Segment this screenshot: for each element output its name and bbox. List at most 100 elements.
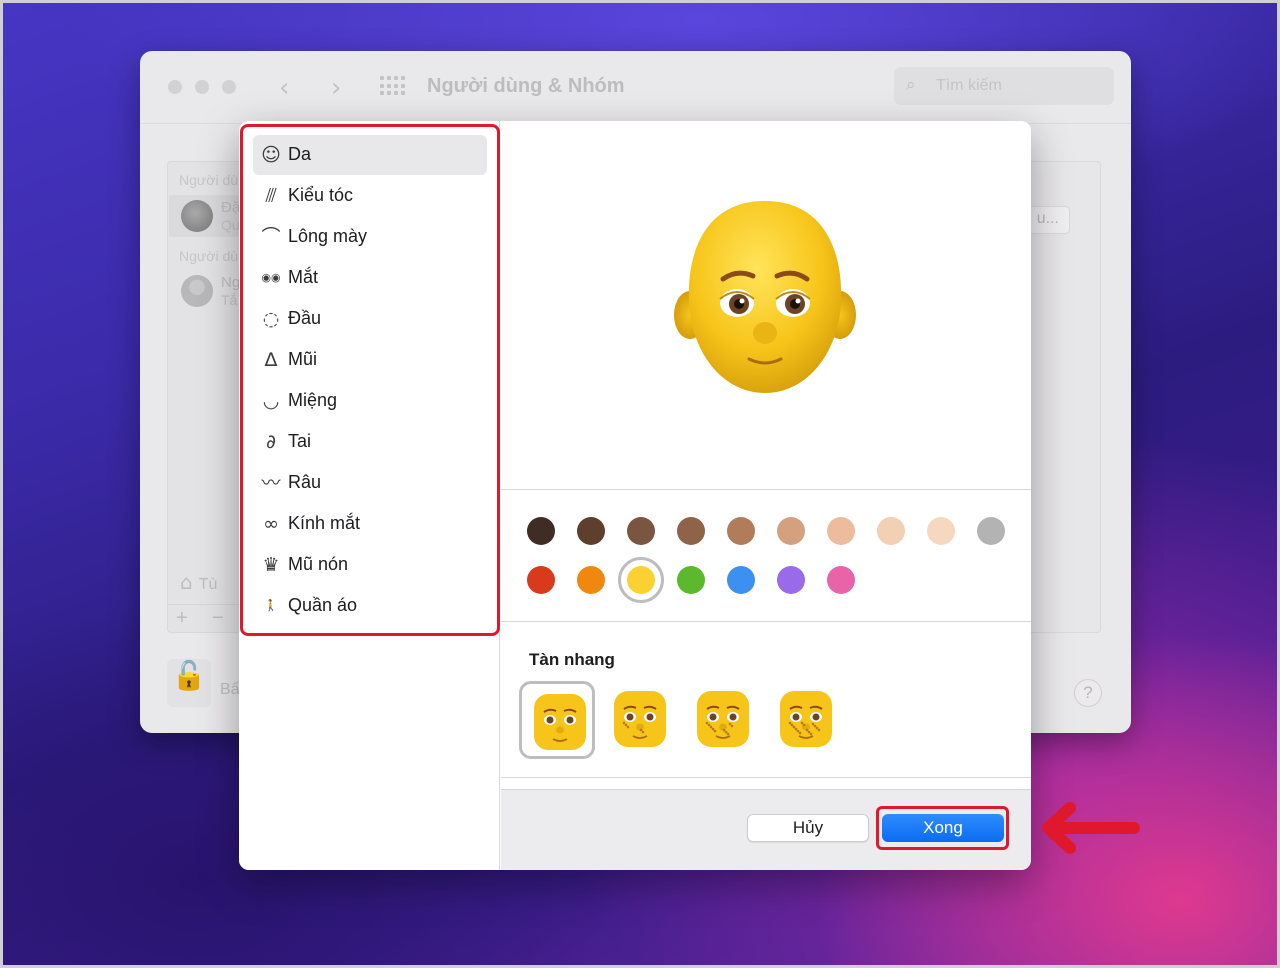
category-label: Mũ nón [288,554,349,574]
category-label: Mũi [288,349,318,369]
other-users-section-label: Người dù [179,248,239,264]
category-label: Lông mày [288,226,368,246]
freckle-face-icon [614,691,666,747]
mustache-icon: 〰 [261,472,281,494]
freckle-face-icon [780,691,832,747]
current-user-name: Đặ [221,199,241,216]
freckle-option[interactable] [685,681,761,759]
color-swatch[interactable] [777,566,805,594]
house-icon: ⌂ [180,570,193,594]
category-sidebar: ☺ Da ⫻ Kiểu tóc ⌒ Lông mày ◉◉ Mắt ◌ Đầu ∆ Mũi ◡ Miệng… [239,121,500,870]
color-swatch[interactable] [827,566,855,594]
walking-person-icon: 🚶 [264,599,278,612]
forward-icon[interactable]: › [331,73,341,103]
login-options-item[interactable]: ⌂ Tù [180,570,217,594]
face-icon: ☺ [261,144,281,166]
category-item[interactable]: 〰 Râu [253,463,487,503]
back-icon[interactable]: ‹ [279,73,289,103]
color-swatch[interactable] [527,517,555,545]
ear-icon: ∂ [266,431,276,453]
freckles-divider [501,777,1031,778]
show-all-grid-icon[interactable] [380,76,406,96]
category-item[interactable]: ◉◉ Mắt [253,258,487,298]
category-item[interactable]: ◌ Đầu [253,299,487,339]
color-swatch[interactable] [927,517,955,545]
category-item[interactable]: ∞ Kính mắt [253,504,487,544]
color-divider [501,621,1031,622]
search-icon: ⌕ [906,75,916,95]
category-item[interactable]: ☺ Da [253,135,487,175]
lock-icon[interactable]: 🔓 [167,659,211,707]
color-swatch[interactable] [627,517,655,545]
color-swatch[interactable] [827,517,855,545]
comb-icon: ⫻ [265,185,277,207]
memoji-face-image [674,201,856,393]
done-button[interactable]: Xong [882,814,1004,842]
preview-divider [501,489,1031,490]
color-swatch[interactable] [577,517,605,545]
category-label: Râu [288,472,322,492]
search-field[interactable]: ⌕ Tìm kiếm [894,67,1114,105]
other-user-status: Tắ [221,292,238,308]
login-options-label: Tù [198,576,218,593]
category-label: Quần áo [288,595,358,615]
category-label: Mắt [288,267,319,287]
memoji-preview [501,121,1031,489]
help-button[interactable]: ? [1074,679,1102,707]
color-swatch[interactable] [577,566,605,594]
lips-icon: ◡ [262,390,280,412]
nose-icon: ∆ [264,349,278,371]
color-swatch[interactable] [727,517,755,545]
avatar [181,275,213,307]
current-user-role: Qu [221,217,240,233]
window-title: Người dùng & Nhóm [427,75,625,97]
eyebrow-icon: ⌒ [261,226,281,248]
category-item[interactable]: 🚶 Quần áo [253,586,487,626]
head-outline-icon: ◌ [262,308,280,330]
freckle-face-icon [534,694,586,750]
category-item[interactable]: ⌒ Lông mày [253,217,487,257]
minimize-window-button[interactable] [195,80,209,94]
lock-label: Bấ [220,681,240,698]
color-swatch[interactable] [977,517,1005,545]
freckle-option[interactable] [519,681,595,759]
category-item[interactable]: ♛ Mũ nón [253,545,487,585]
avatar [181,200,213,232]
color-swatch[interactable] [777,517,805,545]
other-user-name: Ng [221,274,241,291]
change-password-button[interactable]: u... [1025,206,1070,234]
color-swatch[interactable] [877,517,905,545]
category-label: Da [288,144,312,164]
cancel-button[interactable]: Hủy [747,814,869,842]
category-label: Kính mắt [288,513,361,533]
color-swatch[interactable] [727,566,755,594]
freckles-title: Tàn nhang [529,650,615,669]
crown-icon: ♛ [262,554,280,576]
freckle-option[interactable] [768,681,844,759]
left-arrow-annotation-icon [1042,802,1140,854]
category-label: Tai [288,431,312,451]
category-item[interactable]: ∆ Mũi [253,340,487,380]
eyes-icon: ◉◉ [261,271,281,284]
color-swatch[interactable] [677,566,705,594]
memoji-editor-dialog: ☺ Da ⫻ Kiểu tóc ⌒ Lông mày ◉◉ Mắt ◌ Đầu ∆ Mũi ◡ Miệng… [239,121,1031,870]
current-user-section-label: Người dù [179,172,239,188]
color-swatch[interactable] [627,566,655,594]
window-titlebar: ‹ › Người dùng & Nhóm ⌕ Tìm kiếm [140,51,1131,123]
freckle-option[interactable] [602,681,678,759]
category-label: Kiểu tóc [288,185,354,205]
category-label: Đầu [288,308,322,328]
color-swatch[interactable] [527,566,555,594]
category-item[interactable]: ∂ Tai [253,422,487,462]
category-item[interactable]: ◡ Miệng [253,381,487,421]
add-user-button[interactable]: + [176,607,188,630]
zoom-window-button[interactable] [222,80,236,94]
category-item[interactable]: ⫻ Kiểu tóc [253,176,487,216]
freckle-face-icon [697,691,749,747]
category-label: Miệng [288,390,338,410]
remove-user-button[interactable]: − [212,607,224,630]
glasses-icon: ∞ [263,513,279,535]
search-placeholder: Tìm kiếm [936,77,1002,94]
color-swatch[interactable] [677,517,705,545]
close-window-button[interactable] [168,80,182,94]
